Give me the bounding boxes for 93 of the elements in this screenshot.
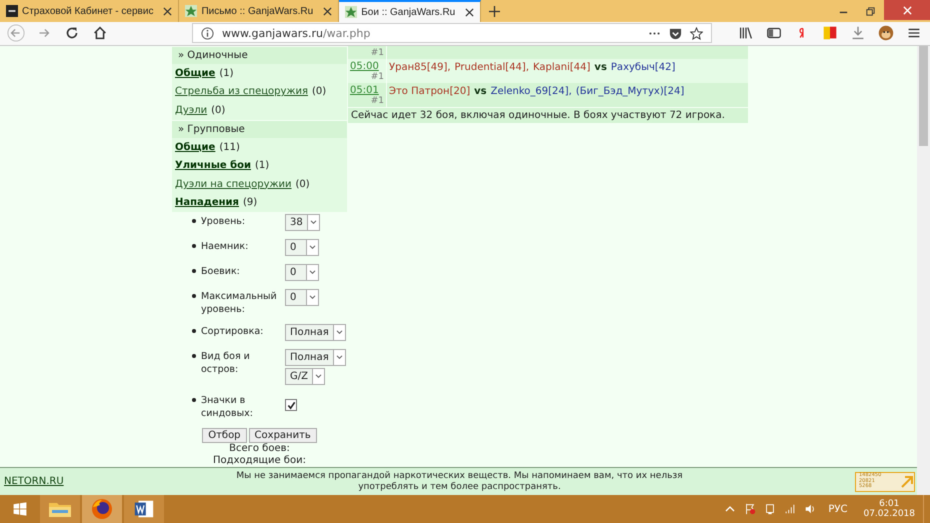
- total-label: Всего боев:: [228, 443, 291, 455]
- player-link[interactable]: Уран85[49],: [389, 62, 451, 72]
- count: (9): [242, 197, 258, 208]
- filter-label: Наемник:: [201, 240, 250, 253]
- close-button[interactable]: [884, 0, 930, 20]
- network-icon[interactable]: [764, 503, 776, 515]
- filter-label: Сортировка:: [201, 325, 264, 338]
- bullet-icon: [192, 269, 196, 273]
- category-link[interactable]: Общие: [175, 68, 216, 79]
- category-link[interactable]: Нападения: [175, 197, 239, 208]
- pocket-icon[interactable]: [669, 26, 682, 40]
- player-link[interactable]: Kaplani[44]: [533, 62, 590, 72]
- caret-icon: [309, 245, 316, 250]
- category-link[interactable]: Уличные бои: [175, 160, 251, 172]
- flag-icon[interactable]: [744, 503, 756, 515]
- dropdown[interactable]: 0: [285, 264, 319, 281]
- form-button[interactable]: Сохранить: [248, 428, 317, 443]
- language-indicator[interactable]: РУС: [828, 504, 848, 514]
- bullet-icon: [192, 329, 196, 333]
- dropdown[interactable]: G/Z: [285, 368, 325, 385]
- close-icon[interactable]: [323, 6, 332, 16]
- caret-icon: [310, 220, 317, 225]
- restore-icon[interactable]: [865, 6, 876, 17]
- count: (1): [219, 68, 234, 79]
- site-icon: [6, 5, 18, 17]
- monkey-icon[interactable]: [877, 24, 895, 42]
- count: (0): [211, 104, 226, 116]
- count: (0): [312, 86, 326, 98]
- filter-label: Уровень:: [201, 215, 246, 228]
- bullet-icon: [192, 398, 196, 402]
- category-link[interactable]: Стрельба из спецоружия: [175, 86, 308, 98]
- star-icon: [345, 6, 358, 18]
- dropdown[interactable]: 38: [285, 214, 320, 231]
- caret-icon: [336, 330, 343, 335]
- info-icon: [201, 26, 214, 40]
- star-icon: [185, 5, 198, 17]
- player-link[interactable]: (Биг_Бэд_Мутух)[24]: [576, 86, 684, 96]
- checkbox[interactable]: [285, 399, 297, 411]
- player-link[interactable]: Zelenko_69[24],: [490, 86, 572, 96]
- bullet-icon: [192, 354, 196, 358]
- close-icon[interactable]: [465, 8, 474, 16]
- site-link[interactable]: NETORN.RU: [0, 476, 154, 487]
- battle-time-link[interactable]: 05:01: [350, 84, 384, 96]
- firefox-icon[interactable]: [82, 495, 122, 523]
- player-link[interactable]: Prudential[44],: [454, 62, 529, 72]
- dropdown[interactable]: Полная: [285, 349, 346, 366]
- caret-icon: [314, 374, 322, 379]
- browser-tab[interactable]: Бои :: GanjaWars.Ru: [339, 0, 482, 22]
- filter-label: Максимальный уровень:: [201, 290, 278, 316]
- close-icon[interactable]: [163, 6, 172, 16]
- bullet-icon: [192, 294, 196, 298]
- count: (0): [296, 178, 310, 190]
- count: (11): [219, 142, 240, 153]
- word-icon[interactable]: [124, 495, 164, 523]
- vs-label: vs: [474, 86, 487, 96]
- caret-icon: [336, 355, 343, 360]
- bookmark-star-icon[interactable]: [690, 26, 703, 40]
- battle-time-link[interactable]: 05:00: [350, 60, 384, 72]
- filter-label: Значки в синдовых:: [201, 394, 254, 420]
- back-icon[interactable]: [7, 24, 25, 42]
- dropdown[interactable]: Полная: [285, 324, 346, 341]
- caret-icon: [309, 295, 316, 300]
- total-label: Подходящие бои:: [212, 455, 307, 467]
- category-link[interactable]: Общие: [175, 142, 216, 153]
- category-link[interactable]: Дуэли на спецоружии: [175, 178, 292, 190]
- filter-label: Вид боя и остров:: [201, 350, 251, 376]
- bullet-icon: [192, 244, 196, 248]
- summary-text: Сейчас идет 32 боя, включая одиночные. В боях участвуют 72 игрока.: [348, 108, 748, 122]
- windows-start-icon[interactable]: [12, 501, 28, 517]
- count: (1): [254, 160, 270, 172]
- speaker-icon[interactable]: [804, 503, 816, 515]
- new-tab-icon[interactable]: [489, 6, 500, 17]
- form-button[interactable]: Отбор: [202, 428, 247, 443]
- dropdown[interactable]: 0: [285, 239, 319, 256]
- vs-label: vs: [594, 62, 607, 72]
- dropdown[interactable]: 0: [285, 289, 319, 306]
- filter-label: Боевик:: [201, 265, 241, 278]
- caret-icon: [309, 270, 316, 275]
- address-bar[interactable]: www.ganjawars.ru/war.php: [192, 23, 712, 44]
- clock[interactable]: 6:01 07.02.2018: [863, 499, 915, 519]
- flag-icon[interactable]: [821, 24, 839, 42]
- section-header: » Групповые: [172, 121, 347, 138]
- battle-number: #1: [370, 48, 384, 58]
- signal-icon[interactable]: [784, 503, 796, 515]
- player-link[interactable]: Рахубыч[42]: [610, 62, 676, 72]
- scrollbar[interactable]: [919, 46, 928, 146]
- player-link[interactable]: Это Патрон[20]: [389, 86, 470, 96]
- category-link[interactable]: Дуэли: [175, 104, 208, 116]
- battle-number: #1: [370, 72, 384, 82]
- battle-number: #1: [370, 96, 384, 106]
- section-header: » Одиночные: [172, 47, 347, 64]
- bullet-icon: [192, 219, 196, 223]
- notice-text: Мы не занимаемся пропагандой наркотических веществ. Мы напоминаем вам, что их нельзя употреблять и тем более распространять.: [235, 470, 684, 492]
